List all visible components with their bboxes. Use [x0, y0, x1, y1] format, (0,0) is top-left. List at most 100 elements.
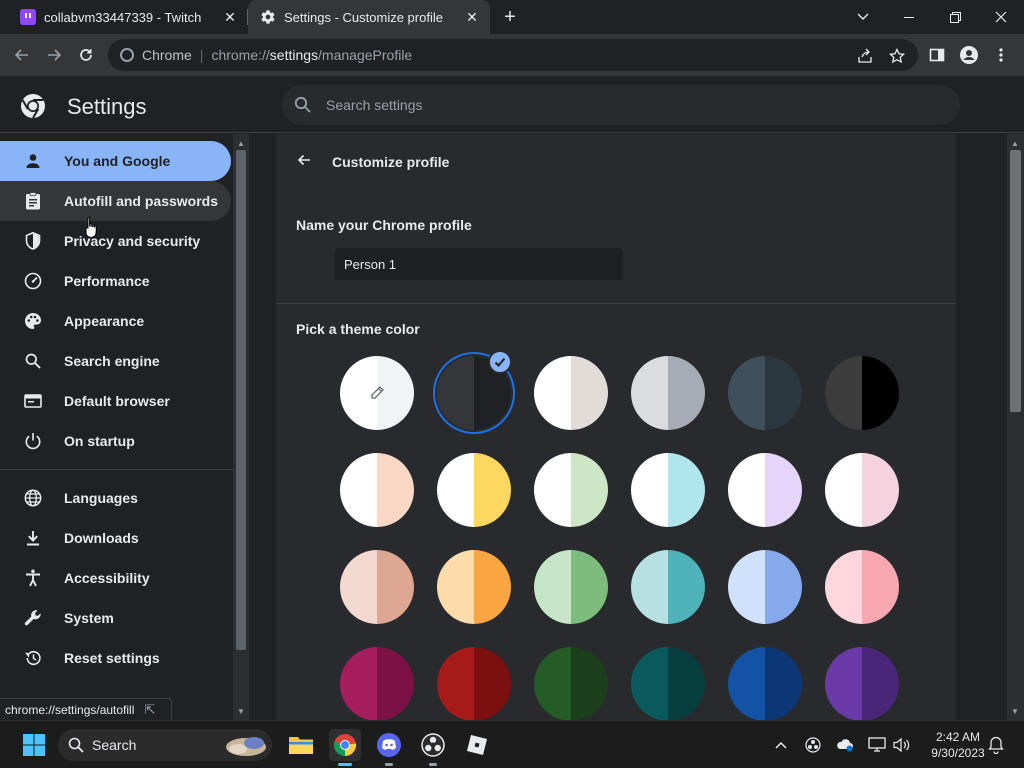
- theme-color-swatch[interactable]: [825, 453, 899, 527]
- sidebar-item-appearance[interactable]: Appearance: [0, 301, 231, 341]
- sidebar-item-reset-settings[interactable]: Reset settings: [0, 638, 231, 678]
- sidebar-item-you-and-google[interactable]: You and Google: [0, 141, 231, 181]
- theme-color-swatch[interactable]: [631, 550, 705, 624]
- sidebar-item-downloads[interactable]: Downloads: [0, 518, 231, 558]
- sidebar-item-accessibility[interactable]: Accessibility: [0, 558, 231, 598]
- theme-color-swatch[interactable]: [825, 550, 899, 624]
- sidebar-scrollbar-thumb[interactable]: [236, 150, 246, 650]
- minimize-button[interactable]: [886, 0, 932, 34]
- scroll-down-icon[interactable]: ▼: [1007, 704, 1023, 718]
- network-icon[interactable]: [867, 735, 887, 755]
- sidebar-item-label: Downloads: [64, 530, 139, 546]
- selected-check-icon: [488, 350, 512, 374]
- main-scrollbar-thumb[interactable]: [1010, 150, 1021, 412]
- search-icon: [23, 351, 43, 371]
- tab-search-chevron-icon[interactable]: [840, 0, 886, 34]
- theme-color-swatch[interactable]: [631, 453, 705, 527]
- scroll-up-icon[interactable]: ▲: [1007, 136, 1023, 150]
- discord-icon[interactable]: [373, 729, 405, 766]
- theme-color-swatch[interactable]: [728, 453, 802, 527]
- side-panel-icon[interactable]: [922, 40, 952, 70]
- address-bar[interactable]: Chrome | chrome:// settings /manageProfi…: [108, 39, 918, 71]
- sidebar-item-languages[interactable]: Languages: [0, 478, 231, 518]
- sidebar-item-system[interactable]: System: [0, 598, 231, 638]
- profile-avatar-icon[interactable]: [954, 40, 984, 70]
- search-input[interactable]: [326, 97, 926, 113]
- download-icon: [23, 528, 43, 548]
- main-content: Customize profile Name your Chrome profi…: [249, 134, 1008, 721]
- url-scheme: chrome://: [211, 47, 270, 63]
- clipboard-icon: [23, 191, 43, 211]
- theme-color-swatch[interactable]: [728, 647, 802, 721]
- theme-color-swatch[interactable]: [534, 453, 608, 527]
- active-app-indicator: [338, 763, 352, 766]
- new-tab-button[interactable]: +: [498, 5, 522, 29]
- windows-taskbar: Search 2:42 AM 9/30/2023: [0, 720, 1024, 768]
- sidebar-item-autofill[interactable]: Autofill and passwords: [0, 181, 231, 221]
- theme-color-swatch[interactable]: [631, 356, 705, 430]
- tab-title: Settings - Customize profile: [284, 9, 443, 25]
- more-menu-icon[interactable]: [986, 40, 1016, 70]
- tab-twitch[interactable]: collabvm33447339 - Twitch ✕: [0, 0, 248, 34]
- sidebar-item-label: System: [64, 610, 114, 626]
- power-icon: [23, 431, 43, 451]
- shield-icon: [23, 231, 43, 251]
- obs-icon[interactable]: [417, 729, 449, 766]
- close-tab-icon[interactable]: ✕: [220, 7, 240, 27]
- theme-color-swatch[interactable]: [437, 453, 511, 527]
- theme-color-swatch[interactable]: [437, 550, 511, 624]
- theme-color-swatch[interactable]: [825, 356, 899, 430]
- settings-search[interactable]: [282, 85, 960, 125]
- eyedropper-icon: [371, 386, 384, 399]
- file-explorer-icon[interactable]: [285, 729, 317, 761]
- chrome-taskbar-icon[interactable]: [329, 729, 361, 766]
- theme-color-swatch[interactable]: [631, 647, 705, 721]
- sidebar-item-search-engine[interactable]: Search engine: [0, 341, 231, 381]
- theme-color-swatch[interactable]: [437, 647, 511, 721]
- theme-color-swatch[interactable]: [534, 647, 608, 721]
- scroll-up-icon[interactable]: ▲: [233, 136, 249, 150]
- palette-icon: [23, 311, 43, 331]
- forward-arrow-icon[interactable]: [39, 40, 69, 70]
- custom-color-swatch[interactable]: [340, 356, 414, 430]
- sidebar-item-label: Performance: [64, 273, 150, 289]
- theme-color-swatch[interactable]: [340, 550, 414, 624]
- roblox-icon[interactable]: [461, 729, 493, 761]
- running-app-indicator: [429, 763, 437, 766]
- theme-color-swatch[interactable]: [340, 647, 414, 721]
- scroll-down-icon[interactable]: ▼: [233, 704, 249, 718]
- taskbar-search[interactable]: Search: [58, 729, 272, 761]
- sidebar-item-label: Reset settings: [64, 650, 160, 666]
- volume-icon[interactable]: [891, 735, 911, 755]
- close-window-button[interactable]: [978, 0, 1024, 34]
- status-url-bubble: chrome://settings/autofill ⇱: [0, 698, 172, 720]
- sidebar-item-performance[interactable]: Performance: [0, 261, 231, 301]
- reload-icon[interactable]: [71, 40, 101, 70]
- back-arrow-icon[interactable]: [7, 40, 37, 70]
- sidebar-item-label: Autofill and passwords: [64, 193, 219, 209]
- close-tab-icon[interactable]: ✕: [462, 7, 482, 27]
- theme-color-swatch[interactable]: [728, 356, 802, 430]
- restore-button[interactable]: [932, 0, 978, 34]
- tab-settings[interactable]: Settings - Customize profile ✕: [248, 0, 490, 34]
- customize-profile-card: Customize profile Name your Chrome profi…: [276, 134, 956, 721]
- sidebar-item-on-startup[interactable]: On startup: [0, 421, 231, 461]
- tab-strip: collabvm33447339 - Twitch ✕ Settings - C…: [0, 0, 1024, 34]
- theme-color-swatch[interactable]: [534, 356, 608, 430]
- share-icon[interactable]: [856, 47, 874, 65]
- sidebar-item-privacy[interactable]: Privacy and security: [0, 221, 231, 261]
- theme-color-swatch[interactable]: [825, 647, 899, 721]
- wrench-icon: [23, 608, 43, 628]
- onedrive-icon[interactable]: [835, 735, 855, 755]
- hand-cursor-icon: [85, 216, 97, 239]
- start-button[interactable]: [18, 729, 50, 761]
- theme-color-swatch[interactable]: [534, 550, 608, 624]
- obs-tray-icon[interactable]: [803, 735, 823, 755]
- bookmark-star-icon[interactable]: [888, 47, 906, 65]
- sidebar-item-default-browser[interactable]: Default browser: [0, 381, 231, 421]
- notification-bell-icon[interactable]: [986, 735, 1006, 755]
- theme-color-swatch[interactable]: [728, 550, 802, 624]
- browser-icon: [23, 391, 43, 411]
- theme-color-swatch[interactable]: [340, 453, 414, 527]
- tray-overflow-chevron-icon[interactable]: [771, 735, 791, 755]
